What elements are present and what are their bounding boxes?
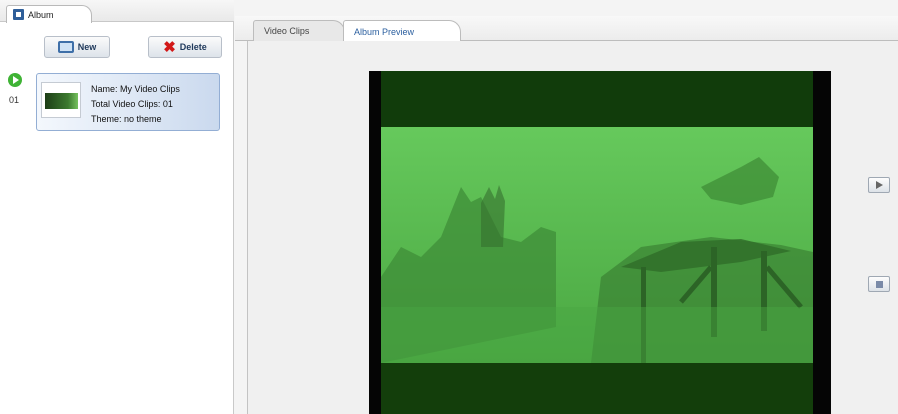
album-panel: Album New ✖ Delete 01 Name: My Video Cli…	[0, 0, 234, 414]
stop-button[interactable]	[868, 276, 890, 292]
new-button-label: New	[77, 42, 97, 52]
video-frame-image	[381, 127, 813, 363]
letterbox-top	[381, 71, 813, 127]
monitor-icon	[57, 41, 74, 53]
video-player[interactable]	[369, 71, 831, 414]
tab-album-preview-label: Album Preview	[354, 26, 415, 37]
delete-button[interactable]: ✖ Delete	[148, 36, 222, 58]
album-thumbnail-image	[45, 93, 78, 109]
album-item-total: Total Video Clips: 01	[91, 99, 173, 109]
album-item-card[interactable]: Name: My Video Clips Total Video Clips: …	[36, 73, 220, 131]
play-circle-icon[interactable]	[8, 73, 22, 87]
album-thumbnail	[41, 82, 81, 118]
album-item-theme: Theme: no theme	[91, 114, 162, 124]
video-scene	[381, 127, 813, 363]
preview-area	[247, 41, 898, 414]
preview-panel: Video Clips Album Preview	[235, 0, 898, 414]
album-toolbar: New ✖ Delete	[0, 36, 234, 60]
x-icon: ✖	[163, 38, 176, 56]
delete-button-label: Delete	[179, 42, 207, 52]
tab-album[interactable]: Album	[6, 5, 92, 23]
play-icon	[875, 181, 883, 189]
album-item-index: 01	[9, 95, 20, 105]
tab-album-label: Album	[28, 9, 54, 20]
stop-icon	[875, 280, 883, 288]
tab-video-clips-label: Video Clips	[264, 26, 310, 36]
new-button[interactable]: New	[44, 36, 110, 58]
album-list-item[interactable]: 01 Name: My Video Clips Total Video Clip…	[8, 73, 222, 131]
letterbox-bottom	[381, 363, 813, 414]
album-item-info: Name: My Video Clips Total Video Clips: …	[91, 82, 180, 127]
album-icon	[13, 9, 24, 20]
app-window: Album New ✖ Delete 01 Name: My Video Cli…	[0, 0, 898, 414]
preview-tab-bar: Video Clips Album Preview	[235, 16, 898, 42]
album-item-name: Name: My Video Clips	[91, 84, 180, 94]
tab-video-clips[interactable]: Video Clips	[253, 20, 345, 41]
play-button[interactable]	[868, 177, 890, 193]
album-tab-bar: Album	[0, 0, 234, 23]
tab-album-preview[interactable]: Album Preview	[343, 20, 461, 42]
